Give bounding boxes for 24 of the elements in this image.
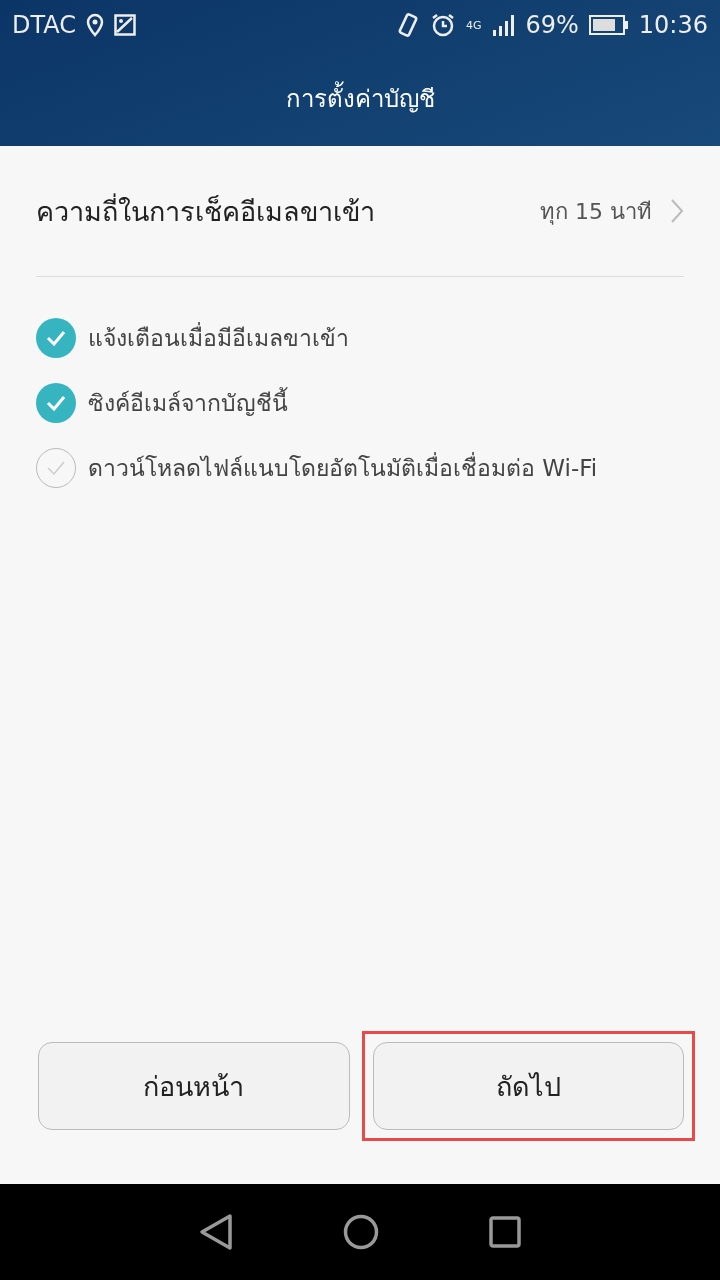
option-label: แจ้งเตือนเมื่อมีอีเมลขาเข้า (88, 321, 349, 353)
option-label: ดาวน์โหลดไฟล์แนบโดยอัตโนมัติเมื่อเชื่อมต่อ Wi-Fi (88, 451, 598, 483)
screen-title: การตั้งค่าบัญชี (285, 78, 435, 118)
home-icon[interactable] (343, 1214, 379, 1250)
nav-button[interactable]: ก่อนหน้า (38, 1042, 350, 1130)
back-icon[interactable] (199, 1213, 233, 1251)
setting-label: ความถี่ในการเช็คอีเมลขาเข้า (36, 192, 376, 229)
location-icon (86, 13, 105, 37)
nav-button[interactable]: ถัดไป (372, 1042, 684, 1130)
carrier-name: DTAC (12, 11, 77, 39)
battery-icon (588, 14, 629, 36)
setting-value[interactable]: ทุก 15 นาที (540, 193, 652, 229)
network-type: 4G (465, 18, 482, 32)
checkbox[interactable] (36, 317, 76, 358)
checkmark-icon (45, 393, 67, 412)
recents-icon[interactable] (489, 1216, 521, 1248)
signal-icon (491, 12, 516, 38)
image-icon (114, 14, 137, 36)
checkmark-icon (45, 328, 67, 347)
clock-time: 10:36 (638, 11, 708, 39)
checkbox[interactable] (36, 382, 76, 423)
battery-percent: 69% (525, 11, 579, 39)
chevron-right-icon[interactable] (670, 198, 684, 224)
option-label: ซิงค์อีเมล์จากบัญชีนี้ (88, 386, 288, 418)
